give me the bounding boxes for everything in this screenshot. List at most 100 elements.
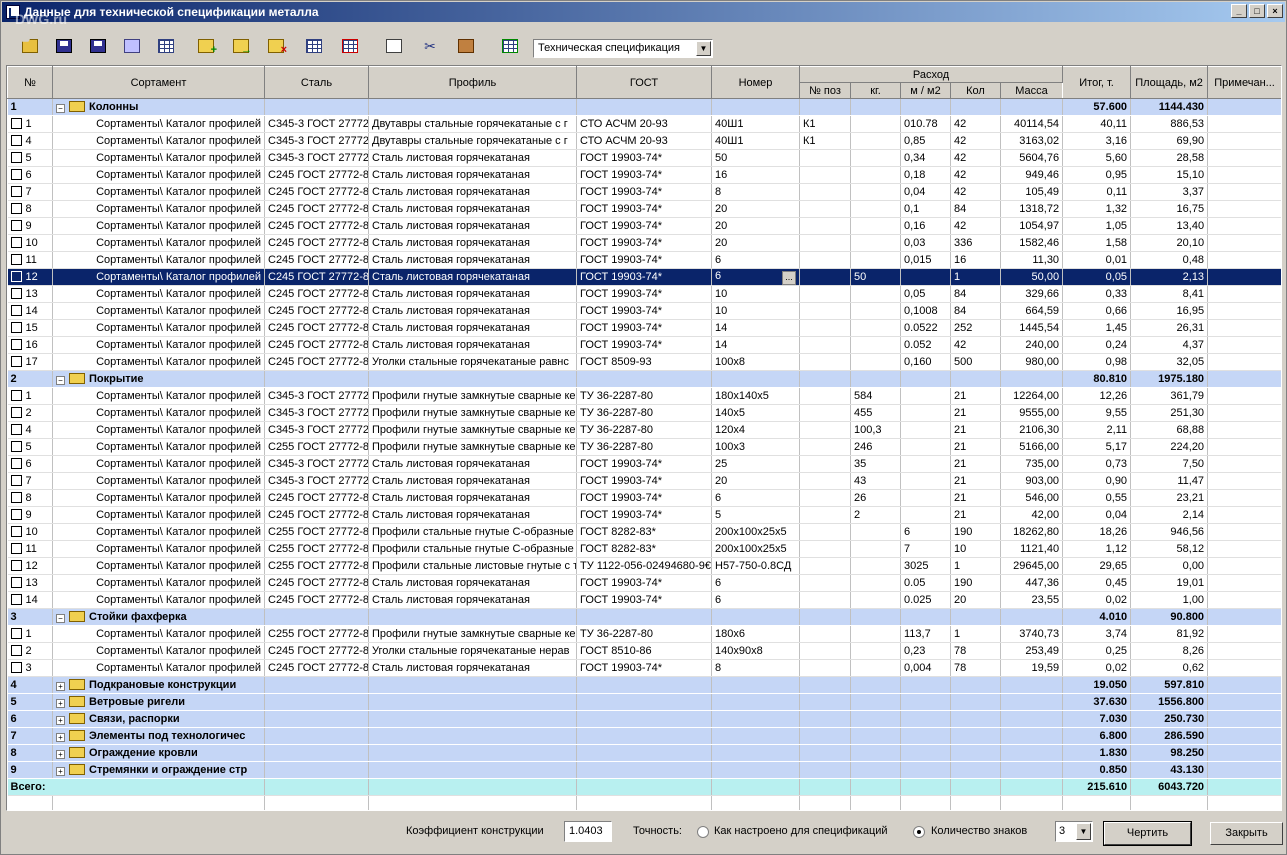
- m-cell[interactable]: 0,16: [900, 217, 951, 235]
- steel-cell[interactable]: С345-3 ГОСТ 27772: [264, 455, 369, 473]
- sortament-cell[interactable]: Сортаменты\ Каталог профилей: [52, 183, 265, 201]
- table-row[interactable]: 8 Сортаменты\ Каталог профилей С245 ГОСТ 2…: [7, 489, 1281, 507]
- sortament-cell[interactable]: Сортаменты\ Каталог профилей: [52, 523, 265, 541]
- profile-cell[interactable]: Сталь листовая горячекатаная: [368, 251, 577, 269]
- note-cell[interactable]: [1207, 319, 1281, 337]
- profile-cell[interactable]: Профили гнутые замкнутые сварные ке: [368, 421, 577, 439]
- gost-cell[interactable]: ТУ 36-2287-80: [576, 404, 712, 422]
- row-checkbox[interactable]: [10, 203, 22, 214]
- settings-button[interactable]: [499, 35, 521, 57]
- nomer-cell[interactable]: Н57-750-0.8СД: [711, 557, 800, 575]
- gost-cell[interactable]: ГОСТ 8282-83*: [576, 523, 712, 541]
- spec-type-select[interactable]: Техническая спецификация ▼: [533, 39, 713, 58]
- row-checkbox[interactable]: [10, 305, 22, 316]
- sortament-cell[interactable]: Сортаменты\ Каталог профилей: [52, 438, 265, 456]
- delete-folder-button[interactable]: ×: [265, 35, 287, 57]
- m-cell[interactable]: 7: [900, 540, 951, 558]
- note-cell[interactable]: [1207, 489, 1281, 507]
- m-cell[interactable]: 0,85: [900, 132, 951, 150]
- save-as-button[interactable]: [87, 35, 109, 57]
- kol-cell[interactable]: 21: [950, 489, 1001, 507]
- nomer-cell[interactable]: 140x5: [711, 404, 800, 422]
- kol-cell[interactable]: 21: [950, 472, 1001, 490]
- row-num-cell[interactable]: 14: [7, 591, 53, 609]
- table-row[interactable]: 5 Сортаменты\ Каталог профилей С345-3 ГОСТ…: [7, 149, 1281, 167]
- profile-cell[interactable]: Сталь листовая горячекатаная: [368, 149, 577, 167]
- kg-cell[interactable]: [850, 217, 901, 235]
- poz-cell[interactable]: [799, 472, 851, 490]
- kg-cell[interactable]: 455: [850, 404, 901, 422]
- radio-digits-label[interactable]: Количество знаков: [931, 825, 1027, 837]
- kol-cell[interactable]: 84: [950, 200, 1001, 218]
- gost-cell[interactable]: ГОСТ 19903-74*: [576, 489, 712, 507]
- poz-cell[interactable]: [799, 166, 851, 184]
- m-cell[interactable]: 0,03: [900, 234, 951, 252]
- note-cell[interactable]: [1207, 183, 1281, 201]
- steel-cell[interactable]: С245 ГОСТ 27772-8: [264, 200, 369, 218]
- row-checkbox[interactable]: [10, 169, 22, 180]
- kol-cell[interactable]: 21: [950, 455, 1001, 473]
- row-checkbox[interactable]: [10, 186, 22, 197]
- row-num-cell[interactable]: 3: [7, 659, 53, 677]
- gost-cell[interactable]: ТУ 1122-056-02494680-9€: [576, 557, 712, 575]
- collapse-icon[interactable]: −: [56, 104, 65, 113]
- table-row[interactable]: 15 Сортаменты\ Каталог профилей С245 ГОСТ …: [7, 319, 1281, 337]
- steel-cell[interactable]: С345-3 ГОСТ 27772: [264, 115, 369, 133]
- kol-cell[interactable]: 10: [950, 540, 1001, 558]
- save-button[interactable]: [53, 35, 75, 57]
- note-cell[interactable]: [1207, 353, 1281, 371]
- row-checkbox[interactable]: [10, 322, 22, 333]
- row-num-cell[interactable]: 13: [7, 285, 53, 303]
- m-cell[interactable]: 3025: [900, 557, 951, 575]
- kg-cell[interactable]: [850, 302, 901, 320]
- steel-cell[interactable]: С255 ГОСТ 27772-8: [264, 557, 369, 575]
- row-num-cell[interactable]: 5: [7, 438, 53, 456]
- kol-cell[interactable]: 21: [950, 404, 1001, 422]
- gost-cell[interactable]: ГОСТ 19903-74*: [576, 455, 712, 473]
- kol-cell[interactable]: 500: [950, 353, 1001, 371]
- profile-cell[interactable]: Сталь листовая горячекатаная: [368, 166, 577, 184]
- gost-cell[interactable]: ГОСТ 19903-74*: [576, 217, 712, 235]
- nomer-cell[interactable]: 100x3: [711, 438, 800, 456]
- group-row[interactable]: 9 + Стремянки и ограждение стр 0.850 43.130: [7, 761, 1281, 779]
- row-num-cell[interactable]: 4: [7, 421, 53, 439]
- row-checkbox[interactable]: [10, 220, 22, 231]
- nomer-cell[interactable]: 6...: [711, 268, 800, 286]
- nomer-cell[interactable]: 200x100x25x5: [711, 523, 800, 541]
- row-num-cell[interactable]: 9: [7, 217, 53, 235]
- sortament-cell[interactable]: Сортаменты\ Каталог профилей: [52, 149, 265, 167]
- kg-cell[interactable]: 26: [850, 489, 901, 507]
- col-header-steel[interactable]: Сталь: [264, 66, 369, 99]
- m-cell[interactable]: [900, 404, 951, 422]
- group-row[interactable]: 2− Покрытие 80.810 1975.180: [7, 370, 1281, 388]
- row-num-cell[interactable]: 8: [7, 200, 53, 218]
- table-row[interactable]: 6 Сортаменты\ Каталог профилей С345-3 ГОСТ…: [7, 455, 1281, 473]
- kol-cell[interactable]: 1: [950, 557, 1001, 575]
- steel-cell[interactable]: С245 ГОСТ 27772-8: [264, 302, 369, 320]
- close-dialog-button[interactable]: Закрыть: [1210, 822, 1283, 845]
- kg-cell[interactable]: [850, 200, 901, 218]
- sortament-cell[interactable]: Сортаменты\ Каталог профилей: [52, 353, 265, 371]
- radio-spec-settings[interactable]: [697, 826, 709, 838]
- gost-cell[interactable]: ГОСТ 19903-74*: [576, 336, 712, 354]
- note-cell[interactable]: [1207, 234, 1281, 252]
- kg-cell[interactable]: 43: [850, 472, 901, 490]
- steel-cell[interactable]: С245 ГОСТ 27772-8: [264, 234, 369, 252]
- kg-cell[interactable]: 2: [850, 506, 901, 524]
- nomer-cell[interactable]: 25: [711, 455, 800, 473]
- row-checkbox[interactable]: [10, 254, 22, 265]
- poz-cell[interactable]: [799, 557, 851, 575]
- nomer-cell[interactable]: 40Ш1: [711, 132, 800, 150]
- steel-cell[interactable]: С245 ГОСТ 27772-8: [264, 489, 369, 507]
- row-checkbox[interactable]: [10, 339, 22, 350]
- table-row[interactable]: 7 Сортаменты\ Каталог профилей С245 ГОСТ 2…: [7, 183, 1281, 201]
- m-cell[interactable]: 0,34: [900, 149, 951, 167]
- poz-cell[interactable]: [799, 489, 851, 507]
- radio-spec-settings-label[interactable]: Как настроено для спецификаций: [714, 825, 888, 837]
- col-header-kg[interactable]: кг.: [850, 82, 901, 99]
- m-cell[interactable]: 0,160: [900, 353, 951, 371]
- sortament-cell[interactable]: Сортаменты\ Каталог профилей: [52, 200, 265, 218]
- sortament-cell[interactable]: Сортаменты\ Каталог профилей: [52, 455, 265, 473]
- kg-cell[interactable]: [850, 642, 901, 660]
- m-cell[interactable]: 0,04: [900, 183, 951, 201]
